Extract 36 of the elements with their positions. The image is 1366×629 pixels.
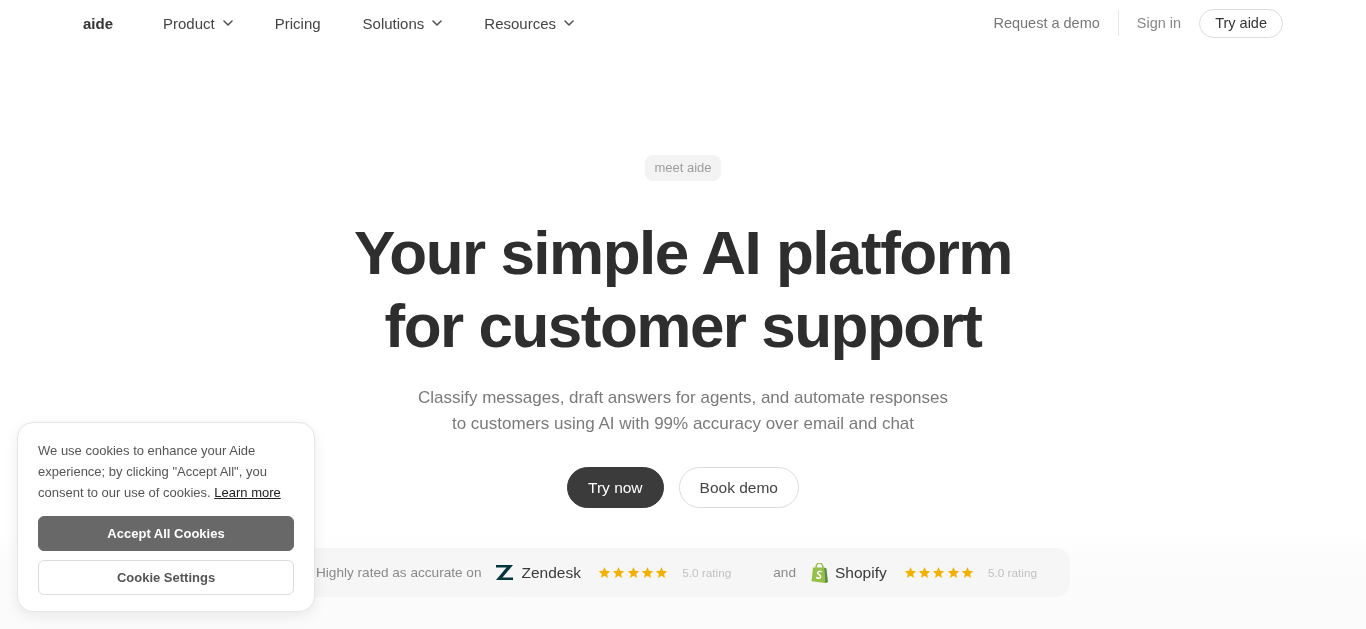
star-icon bbox=[946, 566, 960, 579]
try-now-button[interactable]: Try now bbox=[567, 467, 664, 508]
hero-title: Your simple AI platform for customer support bbox=[353, 217, 1013, 362]
shopping-bag-icon bbox=[811, 562, 828, 583]
learn-more-link[interactable]: Learn more bbox=[214, 485, 281, 500]
nav-link[interactable]: Solutions bbox=[362, 14, 443, 32]
sign-in-link[interactable]: Sign in bbox=[1136, 15, 1182, 31]
z-logo-icon bbox=[496, 565, 515, 580]
hero-subtitle: Classify messages, draft answers for agents, and automate responses to customers using AI with 99% accuracy over email and chat bbox=[416, 387, 950, 435]
accept-cookies-button[interactable]: Accept All Cookies bbox=[38, 516, 294, 551]
star-icon bbox=[640, 566, 654, 579]
star-icon bbox=[960, 566, 974, 579]
chevron-down-icon bbox=[432, 20, 443, 26]
platform-name: Zendesk bbox=[521, 563, 581, 582]
star-icon bbox=[932, 566, 946, 579]
ratings-intro-text: Highly rated as accurate on bbox=[316, 565, 482, 580]
star-icon bbox=[612, 566, 626, 579]
try-aide-button[interactable]: Try aide bbox=[1199, 8, 1283, 38]
star-icon bbox=[655, 566, 669, 579]
star-icon bbox=[626, 566, 640, 579]
cookie-notice-text: We use cookies to enhance your Aide experience; by clicking "Accept All", you consent to our use of cookies. Learn more bbox=[38, 442, 282, 502]
nav-link[interactable]: Product bbox=[163, 14, 233, 32]
platform-name: Shopify bbox=[835, 563, 887, 582]
star-icon bbox=[597, 566, 611, 579]
cookie-settings-button[interactable]: Cookie Settings bbox=[38, 560, 294, 595]
chevron-down-icon bbox=[222, 20, 233, 26]
nav-link[interactable]: Resources bbox=[484, 14, 574, 32]
request-demo-link[interactable]: Request a demo bbox=[993, 15, 1100, 31]
book-demo-button[interactable]: Book demo bbox=[678, 467, 799, 508]
star-icon bbox=[918, 566, 931, 579]
joiner-text: and bbox=[773, 565, 796, 580]
star-icon bbox=[903, 566, 917, 579]
nav-link[interactable]: Pricing bbox=[274, 14, 321, 32]
chevron-down-icon bbox=[564, 20, 574, 26]
logo-text[interactable]: aide bbox=[83, 14, 113, 32]
intro-badge: meet aide bbox=[645, 155, 721, 181]
